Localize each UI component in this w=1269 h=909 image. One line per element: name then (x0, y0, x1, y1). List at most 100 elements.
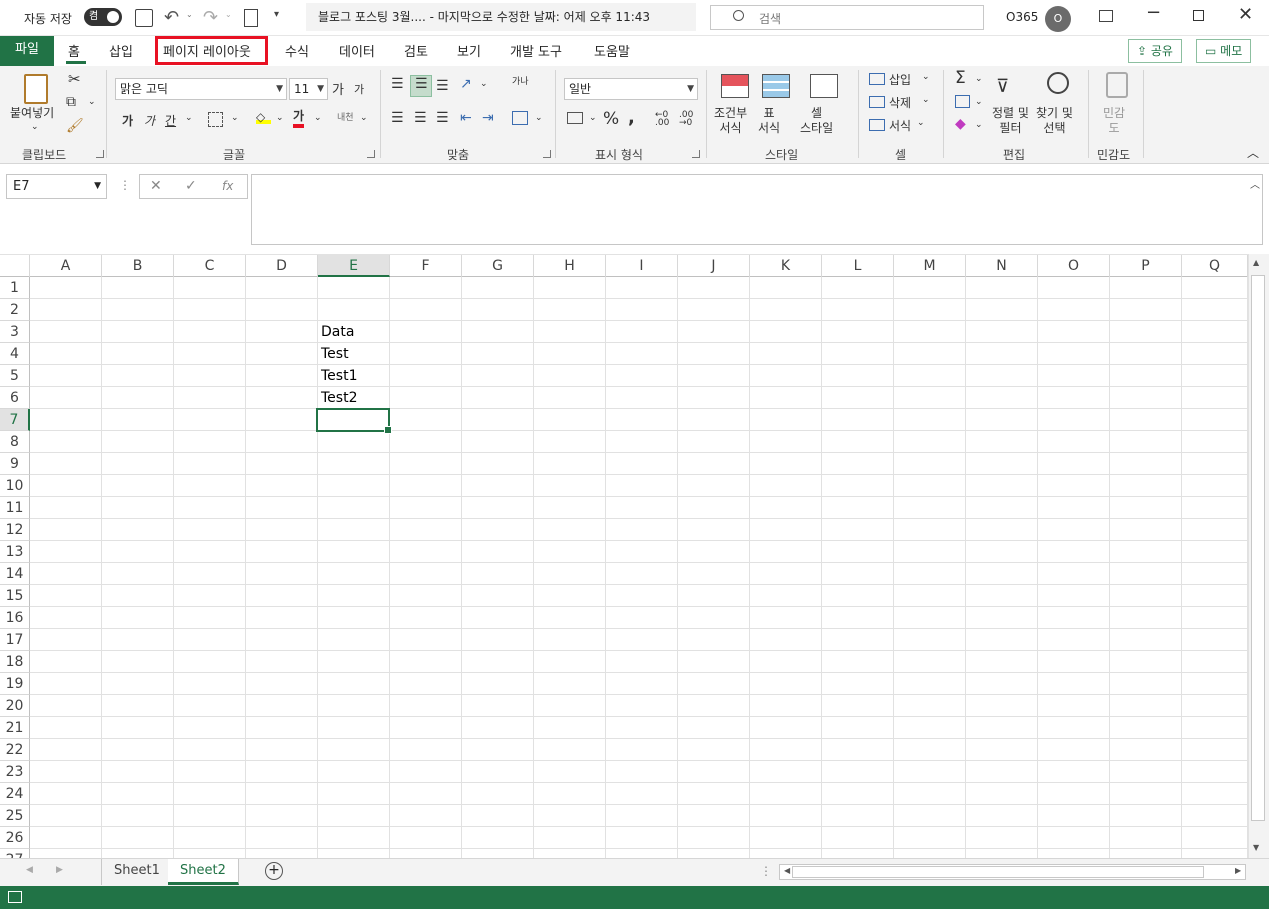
phonetic-dropdown-icon[interactable]: ⌄ (360, 113, 368, 123)
row-header[interactable]: 3 (0, 321, 30, 343)
tab-data[interactable]: 데이터 (339, 41, 375, 60)
column-header[interactable]: K (750, 255, 822, 277)
tab-developer[interactable]: 개발 도구 (510, 41, 562, 60)
customize-qat-icon[interactable]: ▾ (274, 9, 279, 20)
number-format-select[interactable]: 일반 ▼ (564, 78, 698, 100)
select-all-corner[interactable] (0, 255, 30, 277)
row-header[interactable]: 25 (0, 805, 30, 827)
ribbon-display-icon[interactable] (1099, 10, 1113, 22)
scroll-left-icon[interactable]: ◀ (784, 866, 790, 875)
sort-filter-button[interactable]: 정렬 및 필터 (992, 106, 1029, 136)
format-as-table-button[interactable]: 표 서식 (758, 106, 780, 136)
column-header[interactable]: M (894, 255, 966, 277)
row-header[interactable]: 15 (0, 585, 30, 607)
cell-e3[interactable]: Data (318, 321, 354, 343)
insert-function-button[interactable]: fx (222, 179, 233, 193)
row-header[interactable]: 17 (0, 629, 30, 651)
fill-color-icon[interactable]: ◇ (256, 110, 271, 124)
format-cells-icon[interactable] (869, 119, 885, 131)
paste-dropdown-icon[interactable]: ⌄ (31, 122, 39, 132)
tab-view[interactable]: 보기 (457, 41, 481, 60)
document-title[interactable]: 블로그 포스팅 3월.... - 마지막으로 수정한 날짜: 어제 오후 11:… (306, 3, 696, 31)
row-header[interactable]: 22 (0, 739, 30, 761)
italic-button[interactable]: 가 (144, 112, 155, 129)
form-icon[interactable] (244, 9, 258, 27)
border-icon[interactable] (208, 112, 223, 127)
row-header[interactable]: 2 (0, 299, 30, 321)
align-right-icon[interactable]: ☰ (436, 110, 449, 126)
copy-dropdown-icon[interactable]: ⌄ (88, 97, 96, 107)
column-header[interactable]: N (966, 255, 1038, 277)
paste-icon[interactable] (24, 74, 48, 104)
phonetic-button[interactable]: 내천 (337, 110, 354, 123)
paste-button[interactable]: 붙여넣기 (10, 106, 54, 121)
column-header[interactable]: P (1110, 255, 1182, 277)
row-header[interactable]: 21 (0, 717, 30, 739)
comma-icon[interactable]: , (628, 107, 635, 128)
font-name-select[interactable]: 맑은 고딕 ▼ (115, 78, 287, 100)
align-left-icon[interactable]: ☰ (391, 110, 404, 126)
tab-file[interactable]: 파일 (0, 36, 54, 66)
conditional-formatting-icon[interactable] (721, 74, 749, 98)
font-color-dropdown-icon[interactable]: ⌄ (314, 113, 322, 123)
row-header[interactable]: 10 (0, 475, 30, 497)
delete-cells-button[interactable]: 삭제 (889, 94, 911, 111)
align-center-icon[interactable]: ☰ (414, 110, 427, 126)
account-name[interactable]: O365 (1006, 10, 1038, 24)
row-header[interactable]: 1 (0, 277, 30, 299)
cancel-icon[interactable]: ✕ (150, 178, 162, 194)
tab-formulas[interactable]: 수식 (285, 41, 309, 60)
share-button[interactable]: ⇪ 공유 (1128, 39, 1182, 63)
cell-styles-button[interactable]: 셀 스타일 (800, 106, 833, 136)
row-header[interactable]: 14 (0, 563, 30, 585)
prev-sheet-icon[interactable]: ◀ (26, 865, 33, 875)
collapse-ribbon-icon[interactable]: ︿ (1247, 144, 1259, 161)
orientation-icon[interactable]: ↗ (460, 76, 472, 92)
delete-cells-icon[interactable] (869, 96, 885, 108)
column-header[interactable]: Q (1182, 255, 1248, 277)
next-sheet-icon[interactable]: ▶ (56, 865, 63, 875)
macro-record-icon[interactable] (8, 891, 22, 903)
insert-dropdown-icon[interactable]: ⌄ (922, 72, 930, 82)
name-box[interactable]: E7 ▼ (6, 174, 107, 199)
format-cells-button[interactable]: 서식 (889, 117, 911, 134)
horizontal-scrollbar[interactable]: ◀ ▶ (779, 864, 1246, 880)
row-header[interactable]: 18 (0, 651, 30, 673)
wrap-text-button[interactable]: 가나 (512, 78, 529, 87)
orientation-dropdown-icon[interactable]: ⌄ (480, 79, 488, 89)
accounting-dropdown-icon[interactable]: ⌄ (589, 113, 597, 123)
autosum-dropdown-icon[interactable]: ⌄ (975, 74, 983, 84)
find-select-icon[interactable] (1047, 72, 1069, 94)
merge-dropdown-icon[interactable]: ⌄ (535, 113, 543, 123)
column-header[interactable]: O (1038, 255, 1110, 277)
sheet-tab-sheet1[interactable]: Sheet1 (101, 859, 173, 885)
cell-e6[interactable]: Test2 (318, 387, 357, 409)
row-header[interactable]: 23 (0, 761, 30, 783)
tab-insert[interactable]: 삽입 (109, 41, 133, 60)
column-header[interactable]: D (246, 255, 318, 277)
copy-icon[interactable]: ⧉ (66, 94, 76, 110)
font-color-button[interactable]: 가 (293, 109, 305, 128)
delete-dropdown-icon[interactable]: ⌄ (922, 95, 930, 105)
row-header[interactable]: 20 (0, 695, 30, 717)
format-as-table-icon[interactable] (762, 74, 790, 98)
increase-decimal-icon[interactable]: ←0.00 (655, 111, 669, 128)
insert-cells-icon[interactable] (869, 73, 885, 85)
cell-e5[interactable]: Test1 (318, 365, 357, 387)
scroll-up-icon[interactable]: ▲ (1253, 258, 1259, 267)
chevron-down-icon[interactable]: ▼ (94, 175, 101, 198)
maximize-icon[interactable] (1193, 10, 1204, 21)
row-header[interactable]: 27 (0, 849, 30, 858)
row-header[interactable]: 7 (0, 409, 30, 431)
vertical-scroll-thumb[interactable] (1251, 275, 1265, 821)
percent-icon[interactable]: % (603, 109, 619, 129)
redo-dropdown-icon[interactable]: ⌄ (225, 10, 232, 19)
accounting-icon[interactable] (567, 112, 583, 124)
row-header[interactable]: 24 (0, 783, 30, 805)
fill-dropdown-icon[interactable]: ⌄ (975, 97, 983, 107)
close-icon[interactable]: ✕ (1238, 4, 1253, 25)
row-header[interactable]: 16 (0, 607, 30, 629)
column-header[interactable]: F (390, 255, 462, 277)
row-header[interactable]: 4 (0, 343, 30, 365)
search-box[interactable]: 검색 (710, 5, 984, 30)
